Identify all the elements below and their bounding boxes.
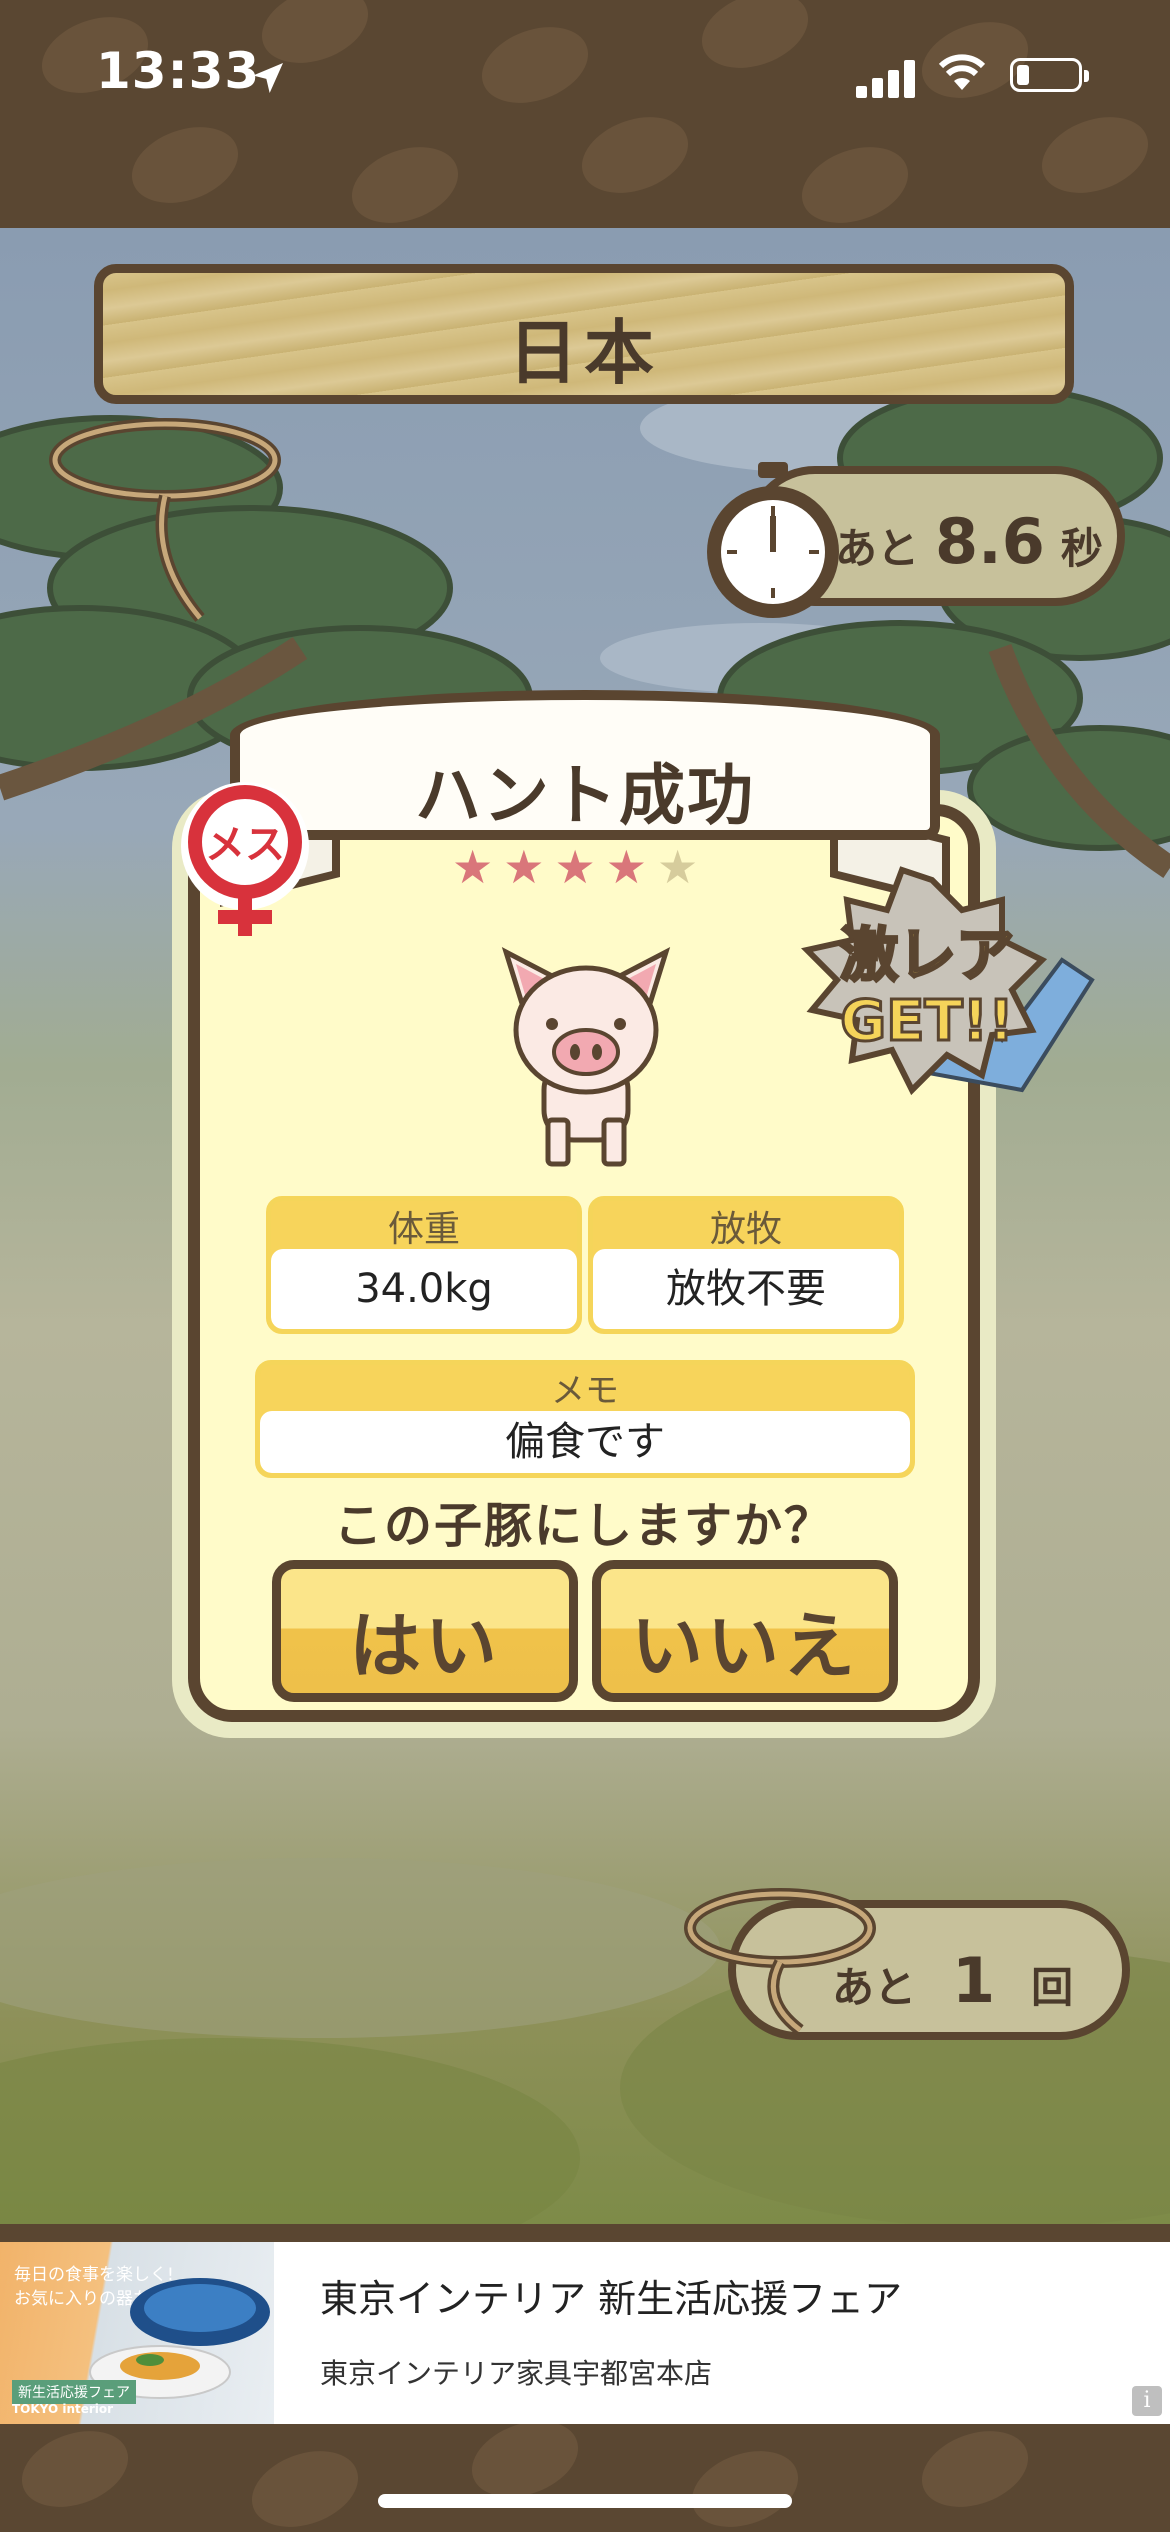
time-remaining-prefix: あと <box>835 524 920 573</box>
result-banner: ハント成功 <box>230 690 940 840</box>
rare-badge-line1: 激レア <box>840 921 1014 989</box>
ad-subtitle[interactable]: 東京インテリア家具宇都宮本店 <box>320 2352 712 2392</box>
rarity-stars: ★★★★★ <box>452 840 722 894</box>
ad-info-icon[interactable]: i <box>1132 2386 1162 2416</box>
rarity-star: ★ <box>554 840 606 894</box>
status-time: 13:33 <box>96 42 261 100</box>
status-bar: 13:33 <box>0 0 1170 150</box>
female-gender-icon: メス <box>181 782 309 936</box>
time-remaining-value: 8.6 <box>935 505 1045 578</box>
attempts-unit: 回 <box>1031 1963 1074 2012</box>
ad-title[interactable]: 東京インテリア 新生活応援フェア <box>320 2268 902 2323</box>
attempts-remaining: あと 1 回 <box>832 1944 1073 2017</box>
ad-image-brand: TOKYO interior <box>12 2402 114 2416</box>
weight-value: 34.0kg <box>271 1249 577 1329</box>
wifi-icon <box>938 54 986 90</box>
bottom-pattern-band <box>0 2424 1170 2532</box>
memo-field: メモ 偏食です <box>255 1360 915 1478</box>
grazing-value: 放牧不要 <box>593 1249 899 1329</box>
yes-button-label: はい <box>348 1604 501 1688</box>
home-indicator[interactable] <box>378 2494 792 2508</box>
attempts-value: 1 <box>952 1944 996 2017</box>
grazing-field: 放牧 放牧不要 <box>588 1196 904 1334</box>
no-button[interactable]: いいえ <box>592 1560 898 1702</box>
attempts-prefix: あと <box>832 1963 917 2012</box>
battery-icon <box>1010 58 1089 92</box>
ad-image[interactable]: 毎日の食事を楽しく! お気に入りの器たち 新生活応援フェア TOKYO inte… <box>0 2242 274 2424</box>
piglet-character <box>501 947 671 1167</box>
weight-label: 体重 <box>387 1209 460 1250</box>
ad-banner[interactable]: 毎日の食事を楽しく! お気に入りの器たち 新生活応援フェア TOKYO inte… <box>0 2242 1170 2424</box>
rare-badge-line2: GET!! <box>840 989 1014 1054</box>
confirm-question: この子豚にしますか？ <box>333 1498 834 1554</box>
rarity-star: ★ <box>605 840 657 894</box>
weight-field: 体重 34.0kg <box>266 1196 582 1334</box>
location-arrow-icon <box>253 63 283 93</box>
result-banner-text: ハント成功 <box>415 757 755 834</box>
yes-button[interactable]: はい <box>272 1560 578 1702</box>
no-button-label: いいえ <box>630 1604 859 1688</box>
cellular-signal-icon <box>856 60 916 98</box>
memo-value: 偏食です <box>260 1411 910 1473</box>
ad-image-tag: 新生活応援フェア <box>12 2380 136 2404</box>
rarity-star: ★ <box>452 840 504 894</box>
location-title-sign: 日本 <box>94 264 1074 404</box>
location-title: 日本 <box>508 312 660 394</box>
gender-label: メス <box>205 822 285 868</box>
time-remaining-unit: 秒 <box>1060 524 1103 573</box>
memo-label: メモ <box>551 1371 619 1411</box>
rare-get-badge: 激レア GET!! <box>801 866 1095 1096</box>
rarity-star-empty: ★ <box>657 840 709 894</box>
rarity-star: ★ <box>503 840 555 894</box>
time-remaining: あと 8.6 秒 <box>835 505 1103 578</box>
stopwatch-icon <box>707 462 839 618</box>
grazing-label: 放牧 <box>709 1209 782 1250</box>
